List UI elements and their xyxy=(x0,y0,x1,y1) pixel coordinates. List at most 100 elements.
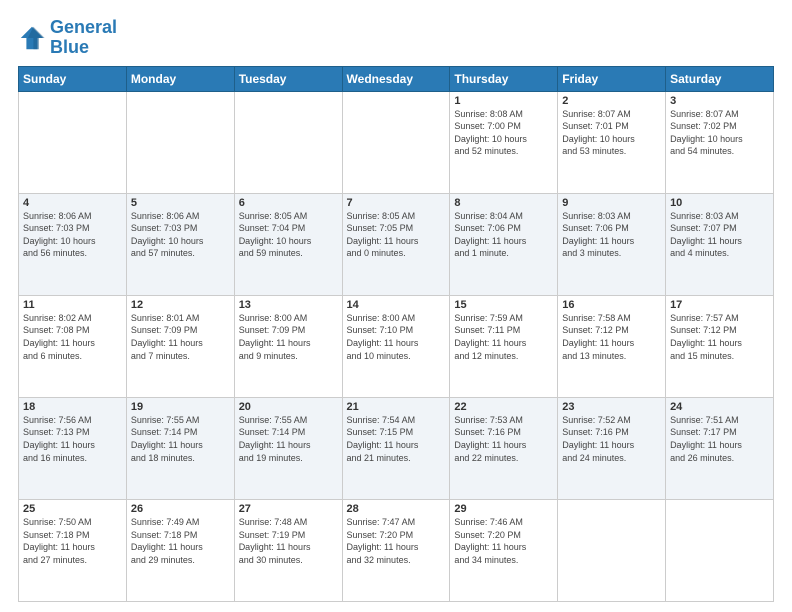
day-number: 13 xyxy=(239,299,338,311)
logo-text: General Blue xyxy=(50,18,117,58)
week-row-1: 4Sunrise: 8:06 AMSunset: 7:03 PMDaylight… xyxy=(19,193,774,295)
week-row-2: 11Sunrise: 8:02 AMSunset: 7:08 PMDayligh… xyxy=(19,295,774,397)
day-number: 17 xyxy=(670,299,769,311)
calendar-cell: 9Sunrise: 8:03 AMSunset: 7:06 PMDaylight… xyxy=(558,193,666,295)
calendar-cell xyxy=(234,91,342,193)
calendar-cell: 26Sunrise: 7:49 AMSunset: 7:18 PMDayligh… xyxy=(126,499,234,601)
day-info: Sunrise: 8:01 AMSunset: 7:09 PMDaylight:… xyxy=(131,312,230,362)
day-number: 14 xyxy=(347,299,446,311)
day-number: 18 xyxy=(23,401,122,413)
calendar-cell: 19Sunrise: 7:55 AMSunset: 7:14 PMDayligh… xyxy=(126,397,234,499)
header: General Blue xyxy=(18,18,774,58)
day-info: Sunrise: 7:52 AMSunset: 7:16 PMDaylight:… xyxy=(562,414,661,464)
day-number: 4 xyxy=(23,197,122,209)
day-number: 20 xyxy=(239,401,338,413)
day-info: Sunrise: 7:49 AMSunset: 7:18 PMDaylight:… xyxy=(131,516,230,566)
calendar-cell: 24Sunrise: 7:51 AMSunset: 7:17 PMDayligh… xyxy=(666,397,774,499)
weekday-header-row: Sunday Monday Tuesday Wednesday Thursday… xyxy=(19,66,774,91)
calendar-cell: 16Sunrise: 7:58 AMSunset: 7:12 PMDayligh… xyxy=(558,295,666,397)
calendar-cell: 15Sunrise: 7:59 AMSunset: 7:11 PMDayligh… xyxy=(450,295,558,397)
day-info: Sunrise: 8:07 AMSunset: 7:02 PMDaylight:… xyxy=(670,108,769,158)
day-number: 28 xyxy=(347,503,446,515)
header-tuesday: Tuesday xyxy=(234,66,342,91)
day-number: 3 xyxy=(670,95,769,107)
calendar-cell: 3Sunrise: 8:07 AMSunset: 7:02 PMDaylight… xyxy=(666,91,774,193)
day-number: 1 xyxy=(454,95,553,107)
day-number: 26 xyxy=(131,503,230,515)
calendar-cell: 5Sunrise: 8:06 AMSunset: 7:03 PMDaylight… xyxy=(126,193,234,295)
calendar-cell: 23Sunrise: 7:52 AMSunset: 7:16 PMDayligh… xyxy=(558,397,666,499)
day-number: 19 xyxy=(131,401,230,413)
day-number: 5 xyxy=(131,197,230,209)
day-number: 24 xyxy=(670,401,769,413)
day-info: Sunrise: 8:03 AMSunset: 7:07 PMDaylight:… xyxy=(670,210,769,260)
day-info: Sunrise: 8:04 AMSunset: 7:06 PMDaylight:… xyxy=(454,210,553,260)
day-number: 9 xyxy=(562,197,661,209)
day-info: Sunrise: 7:57 AMSunset: 7:12 PMDaylight:… xyxy=(670,312,769,362)
logo: General Blue xyxy=(18,18,117,58)
page: General Blue Sunday Monday Tuesday Wedne… xyxy=(0,0,792,612)
header-thursday: Thursday xyxy=(450,66,558,91)
day-info: Sunrise: 8:07 AMSunset: 7:01 PMDaylight:… xyxy=(562,108,661,158)
day-info: Sunrise: 8:08 AMSunset: 7:00 PMDaylight:… xyxy=(454,108,553,158)
calendar-cell: 21Sunrise: 7:54 AMSunset: 7:15 PMDayligh… xyxy=(342,397,450,499)
day-info: Sunrise: 8:00 AMSunset: 7:10 PMDaylight:… xyxy=(347,312,446,362)
logo-icon xyxy=(18,24,46,52)
header-friday: Friday xyxy=(558,66,666,91)
day-number: 2 xyxy=(562,95,661,107)
header-sunday: Sunday xyxy=(19,66,127,91)
header-saturday: Saturday xyxy=(666,66,774,91)
header-wednesday: Wednesday xyxy=(342,66,450,91)
day-info: Sunrise: 8:05 AMSunset: 7:04 PMDaylight:… xyxy=(239,210,338,260)
calendar-cell xyxy=(19,91,127,193)
day-number: 7 xyxy=(347,197,446,209)
day-info: Sunrise: 7:55 AMSunset: 7:14 PMDaylight:… xyxy=(239,414,338,464)
day-number: 12 xyxy=(131,299,230,311)
calendar-cell xyxy=(558,499,666,601)
calendar-cell: 28Sunrise: 7:47 AMSunset: 7:20 PMDayligh… xyxy=(342,499,450,601)
day-info: Sunrise: 8:05 AMSunset: 7:05 PMDaylight:… xyxy=(347,210,446,260)
day-number: 8 xyxy=(454,197,553,209)
calendar-cell: 1Sunrise: 8:08 AMSunset: 7:00 PMDaylight… xyxy=(450,91,558,193)
day-info: Sunrise: 8:00 AMSunset: 7:09 PMDaylight:… xyxy=(239,312,338,362)
day-info: Sunrise: 7:48 AMSunset: 7:19 PMDaylight:… xyxy=(239,516,338,566)
day-info: Sunrise: 7:47 AMSunset: 7:20 PMDaylight:… xyxy=(347,516,446,566)
week-row-0: 1Sunrise: 8:08 AMSunset: 7:00 PMDaylight… xyxy=(19,91,774,193)
day-number: 29 xyxy=(454,503,553,515)
week-row-3: 18Sunrise: 7:56 AMSunset: 7:13 PMDayligh… xyxy=(19,397,774,499)
day-number: 22 xyxy=(454,401,553,413)
day-info: Sunrise: 8:06 AMSunset: 7:03 PMDaylight:… xyxy=(23,210,122,260)
calendar-cell: 14Sunrise: 8:00 AMSunset: 7:10 PMDayligh… xyxy=(342,295,450,397)
day-number: 6 xyxy=(239,197,338,209)
calendar-cell: 6Sunrise: 8:05 AMSunset: 7:04 PMDaylight… xyxy=(234,193,342,295)
day-info: Sunrise: 7:59 AMSunset: 7:11 PMDaylight:… xyxy=(454,312,553,362)
calendar-cell: 17Sunrise: 7:57 AMSunset: 7:12 PMDayligh… xyxy=(666,295,774,397)
day-info: Sunrise: 7:46 AMSunset: 7:20 PMDaylight:… xyxy=(454,516,553,566)
day-info: Sunrise: 8:03 AMSunset: 7:06 PMDaylight:… xyxy=(562,210,661,260)
calendar-cell: 22Sunrise: 7:53 AMSunset: 7:16 PMDayligh… xyxy=(450,397,558,499)
calendar-cell xyxy=(126,91,234,193)
day-number: 10 xyxy=(670,197,769,209)
day-info: Sunrise: 8:02 AMSunset: 7:08 PMDaylight:… xyxy=(23,312,122,362)
calendar-cell: 7Sunrise: 8:05 AMSunset: 7:05 PMDaylight… xyxy=(342,193,450,295)
calendar-cell: 13Sunrise: 8:00 AMSunset: 7:09 PMDayligh… xyxy=(234,295,342,397)
day-info: Sunrise: 8:06 AMSunset: 7:03 PMDaylight:… xyxy=(131,210,230,260)
week-row-4: 25Sunrise: 7:50 AMSunset: 7:18 PMDayligh… xyxy=(19,499,774,601)
calendar-table: Sunday Monday Tuesday Wednesday Thursday… xyxy=(18,66,774,602)
day-info: Sunrise: 7:55 AMSunset: 7:14 PMDaylight:… xyxy=(131,414,230,464)
day-number: 11 xyxy=(23,299,122,311)
calendar-cell: 11Sunrise: 8:02 AMSunset: 7:08 PMDayligh… xyxy=(19,295,127,397)
calendar-cell: 25Sunrise: 7:50 AMSunset: 7:18 PMDayligh… xyxy=(19,499,127,601)
day-info: Sunrise: 7:51 AMSunset: 7:17 PMDaylight:… xyxy=(670,414,769,464)
calendar-cell: 18Sunrise: 7:56 AMSunset: 7:13 PMDayligh… xyxy=(19,397,127,499)
day-info: Sunrise: 7:54 AMSunset: 7:15 PMDaylight:… xyxy=(347,414,446,464)
day-number: 25 xyxy=(23,503,122,515)
day-info: Sunrise: 7:56 AMSunset: 7:13 PMDaylight:… xyxy=(23,414,122,464)
calendar-cell: 8Sunrise: 8:04 AMSunset: 7:06 PMDaylight… xyxy=(450,193,558,295)
calendar-cell xyxy=(666,499,774,601)
calendar-cell: 12Sunrise: 8:01 AMSunset: 7:09 PMDayligh… xyxy=(126,295,234,397)
calendar-cell xyxy=(342,91,450,193)
calendar-cell: 2Sunrise: 8:07 AMSunset: 7:01 PMDaylight… xyxy=(558,91,666,193)
day-info: Sunrise: 7:50 AMSunset: 7:18 PMDaylight:… xyxy=(23,516,122,566)
day-number: 16 xyxy=(562,299,661,311)
